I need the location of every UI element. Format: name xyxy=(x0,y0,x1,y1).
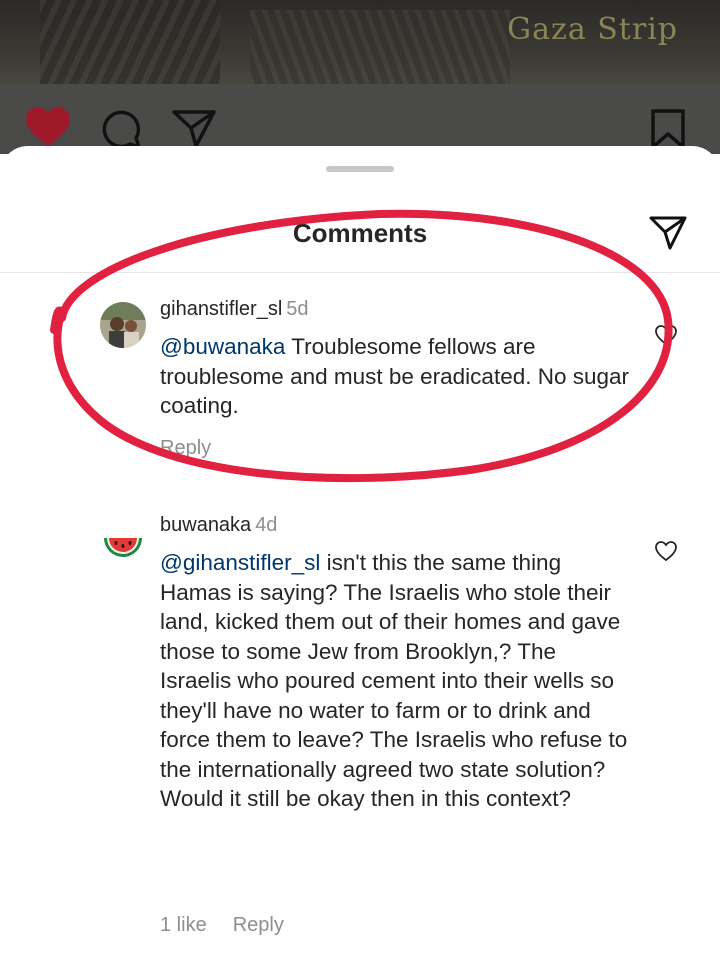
like-comment-icon[interactable] xyxy=(654,324,678,346)
comment-time: 5d xyxy=(286,298,309,320)
comment-body: isn't this the same thing Hamas is sayin… xyxy=(160,550,628,811)
likes-count[interactable]: 1 like xyxy=(160,914,207,936)
post-image: Gaza Strip xyxy=(0,0,720,84)
reply-button[interactable]: Reply xyxy=(233,914,284,936)
reply-button[interactable]: Reply xyxy=(160,437,211,459)
comment-mention[interactable]: @gihanstifler_sl xyxy=(160,550,320,575)
comment-text: @buwanaka Troublesome fellows are troubl… xyxy=(160,332,630,421)
share-icon[interactable] xyxy=(172,108,216,148)
comment-meta: Reply xyxy=(160,437,237,460)
comment-username[interactable]: gihanstifler_sl xyxy=(160,298,282,320)
avatar-photo xyxy=(100,302,146,348)
post-caption: Gaza Strip xyxy=(507,12,678,47)
bookmark-icon[interactable] xyxy=(650,108,686,150)
post-image-rubble xyxy=(250,10,510,84)
comment-time: 4d xyxy=(255,514,278,536)
post-image-rubble xyxy=(40,0,220,84)
divider xyxy=(0,272,720,273)
heart-icon[interactable] xyxy=(24,106,72,148)
sheet-grabber[interactable] xyxy=(326,166,394,172)
post-action-bar xyxy=(0,84,720,154)
comment-meta: 1 like Reply xyxy=(160,914,310,937)
comment-header: buwanaka 4d xyxy=(160,514,277,537)
comments-sheet: Comments gihanstifler_sl 5d @buwanaka Tro… xyxy=(0,146,720,959)
comment-icon[interactable] xyxy=(100,108,142,150)
comment-mention[interactable]: @buwanaka xyxy=(160,334,285,359)
sheet-title: Comments xyxy=(292,218,428,248)
avatar[interactable] xyxy=(100,518,146,564)
comment-header: gihanstifler_sl 5d xyxy=(160,298,309,321)
watermelon-icon xyxy=(100,518,146,564)
like-comment-icon[interactable] xyxy=(654,540,678,562)
share-icon[interactable] xyxy=(648,212,688,252)
avatar[interactable] xyxy=(100,302,146,348)
comment-text: @gihanstifler_sl isn't this the same thi… xyxy=(160,548,630,814)
comment-username[interactable]: buwanaka xyxy=(160,514,251,536)
